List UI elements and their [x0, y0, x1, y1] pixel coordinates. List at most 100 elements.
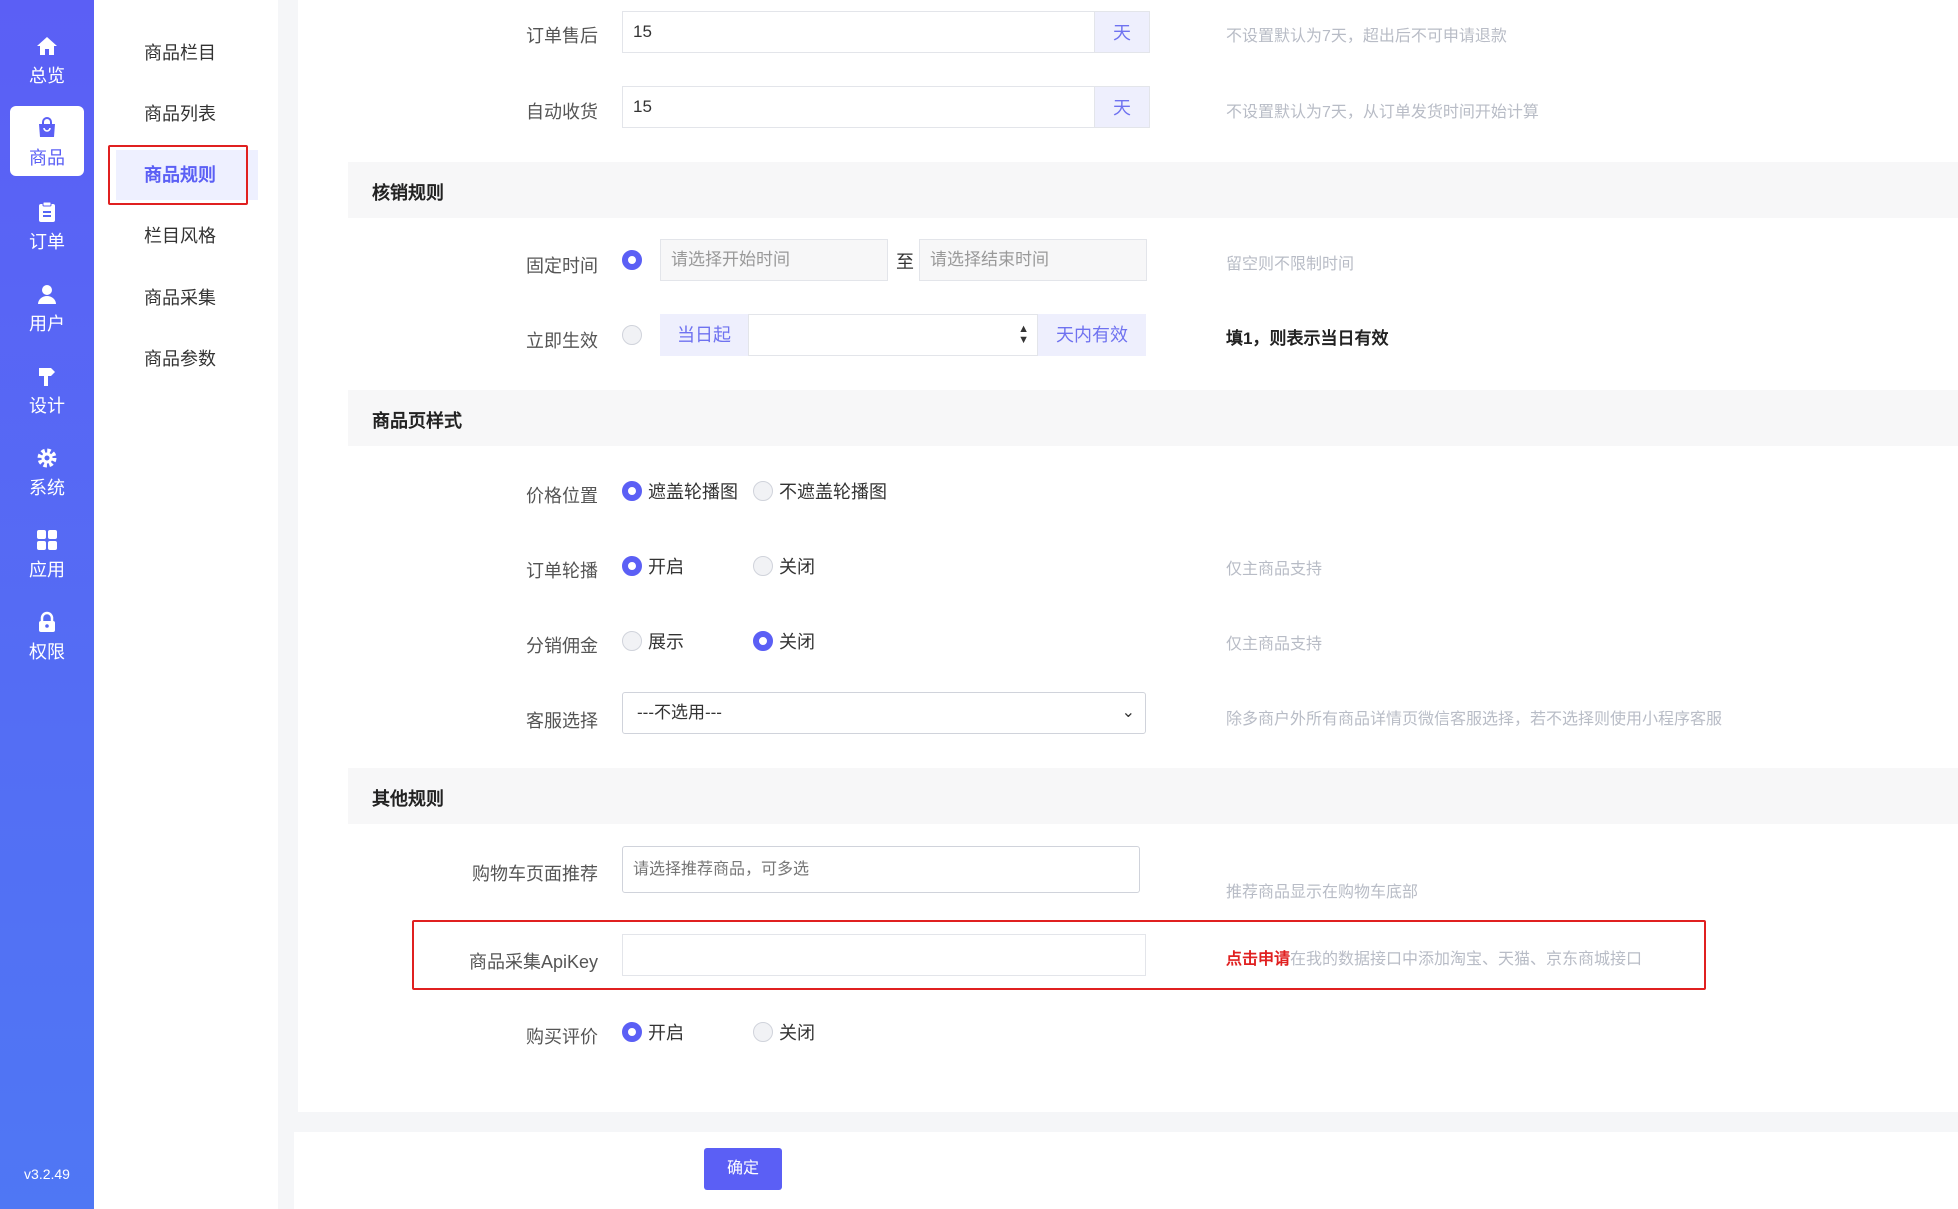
radio-label: 关闭 — [779, 632, 815, 652]
order-carousel-on-radio[interactable]: 开启 — [622, 553, 684, 579]
customer-service-hint: 除多商户外所有商品详情页微信客服选择，若不选择则使用小程序客服 — [1226, 711, 1723, 728]
section-verify: 核销规则 — [348, 162, 1958, 218]
after-sale-hint: 不设置默认为7天，超出后不可申请退款 — [1226, 28, 1507, 45]
immediate-label: 立即生效 — [526, 331, 598, 351]
nav-item-overview[interactable]: 总览 — [10, 24, 84, 94]
radio-label: 开启 — [648, 557, 684, 577]
radio-label: 展示 — [648, 632, 684, 652]
immediate-radio[interactable] — [622, 325, 648, 345]
clipboard-icon — [39, 201, 55, 222]
nav-item-label: 系统 — [29, 478, 65, 498]
review-off-radio[interactable]: 关闭 — [753, 1019, 815, 1045]
auto-receive-input-group: 15 天 — [622, 86, 1150, 128]
commission-show-radio[interactable]: 展示 — [622, 628, 684, 654]
nav-item-label: 商品 — [29, 148, 65, 168]
nav-item-system[interactable]: 系统 — [10, 436, 84, 506]
radio-dot — [622, 556, 642, 576]
confirm-button[interactable]: 确定 — [704, 1148, 782, 1190]
radio-dot — [622, 631, 642, 651]
radio-dot — [753, 556, 773, 576]
radio-label: 关闭 — [779, 1023, 815, 1043]
apikey-highlight-box — [412, 920, 1706, 990]
spinner-icon[interactable]: ▲ ▼ — [1018, 324, 1029, 346]
section-title: 核销规则 — [372, 183, 444, 203]
order-carousel-hint: 仅主商品支持 — [1226, 561, 1323, 578]
radio-label: 开启 — [648, 1023, 684, 1043]
radio-dot — [753, 481, 773, 501]
subnav-item-params[interactable]: 商品参数 — [116, 334, 258, 384]
commission-hint: 仅主商品支持 — [1226, 636, 1323, 653]
section-title: 商品页样式 — [372, 411, 462, 431]
auto-receive-input[interactable]: 15 — [622, 86, 1094, 128]
end-time-input[interactable]: 请选择结束时间 — [919, 239, 1147, 281]
radio-label: 遮盖轮播图 — [648, 482, 738, 502]
radio-dot — [622, 481, 642, 501]
nav-item-users[interactable]: 用户 — [10, 272, 84, 342]
cart-recommend-label: 购物车页面推荐 — [472, 864, 598, 884]
lock-icon — [39, 611, 55, 632]
radio-label: 关闭 — [779, 557, 815, 577]
highlight-box — [108, 145, 248, 205]
start-time-input[interactable]: 请选择开始时间 — [660, 239, 888, 281]
subnav-item-collect[interactable]: 商品采集 — [116, 273, 258, 323]
user-icon — [38, 285, 56, 304]
after-sale-input[interactable]: 15 — [622, 11, 1094, 53]
price-position-label: 价格位置 — [526, 486, 598, 506]
customer-service-select[interactable]: ---不选用--- ⌄ — [622, 692, 1146, 734]
nav-item-goods[interactable]: 商品 — [10, 106, 84, 176]
fixed-time-radio[interactable] — [622, 250, 648, 270]
nav-item-label: 总览 — [29, 66, 65, 86]
cart-recommend-hint: 推荐商品显示在购物车底部 — [1226, 884, 1419, 901]
primary-sidebar: 总览 商品 订单 用户 设计 系统 应用 权限 v3.2.49 — [0, 0, 94, 1209]
auto-receive-hint: 不设置默认为7天，从订单发货时间开始计算 — [1226, 104, 1539, 121]
nav-item-label: 权限 — [29, 642, 65, 662]
select-value: ---不选用--- — [637, 703, 722, 722]
section-title: 其他规则 — [372, 789, 444, 809]
cart-recommend-input[interactable]: 请选择推荐商品，可多选 — [622, 846, 1140, 893]
home-icon — [37, 37, 57, 55]
auto-receive-unit: 天 — [1094, 86, 1150, 128]
immediate-days-input[interactable]: ▲ ▼ — [748, 314, 1038, 356]
subnav-item-list[interactable]: 商品列表 — [116, 89, 258, 139]
secondary-sidebar: 商品栏目 商品列表 商品规则 栏目风格 商品采集 商品参数 — [94, 0, 278, 1209]
nav-item-label: 订单 — [29, 232, 65, 252]
auto-receive-label: 自动收货 — [526, 102, 598, 122]
form-footer: 确定 — [294, 1132, 1958, 1209]
order-carousel-off-radio[interactable]: 关闭 — [753, 553, 815, 579]
subnav-item-style[interactable]: 栏目风格 — [116, 211, 258, 261]
nav-item-permissions[interactable]: 权限 — [10, 600, 84, 670]
grid-icon — [37, 530, 57, 550]
immediate-hint: 填1，则表示当日有效 — [1226, 329, 1389, 348]
fixed-time-hint: 留空则不限制时间 — [1226, 256, 1355, 273]
bag-icon — [39, 117, 55, 137]
after-sale-unit: 天 — [1094, 11, 1150, 53]
chevron-down-icon: ⌄ — [1121, 704, 1135, 721]
price-nocover-radio[interactable]: 不遮盖轮播图 — [753, 478, 887, 504]
after-sale-input-group: 15 天 — [622, 11, 1150, 53]
nav-item-label: 应用 — [29, 560, 65, 580]
commission-off-radio[interactable]: 关闭 — [753, 628, 815, 654]
nav-item-design[interactable]: 设计 — [10, 354, 84, 424]
radio-dot — [753, 631, 773, 651]
review-on-radio[interactable]: 开启 — [622, 1019, 684, 1045]
immediate-suffix: 天内有效 — [1038, 314, 1146, 356]
radio-dot — [753, 1022, 773, 1042]
customer-service-label: 客服选择 — [526, 711, 598, 731]
version-label: v3.2.49 — [24, 1166, 70, 1182]
nav-item-orders[interactable]: 订单 — [10, 190, 84, 260]
gear-icon — [37, 448, 57, 468]
after-sale-label: 订单售后 — [526, 26, 598, 46]
section-page-style: 商品页样式 — [348, 390, 1958, 446]
nav-item-label: 设计 — [29, 396, 65, 416]
radio-dot — [622, 250, 642, 270]
nav-item-apps[interactable]: 应用 — [10, 518, 84, 588]
subnav-item-category[interactable]: 商品栏目 — [116, 28, 258, 78]
radio-dot — [622, 325, 642, 345]
range-separator: 至 — [896, 252, 914, 272]
section-other: 其他规则 — [348, 768, 1958, 824]
subnav-item-rules[interactable]: 商品规则 — [108, 145, 258, 205]
review-label: 购买评价 — [526, 1027, 598, 1047]
radio-dot — [622, 1022, 642, 1042]
price-cover-radio[interactable]: 遮盖轮播图 — [622, 478, 738, 504]
commission-label: 分销佣金 — [526, 636, 598, 656]
